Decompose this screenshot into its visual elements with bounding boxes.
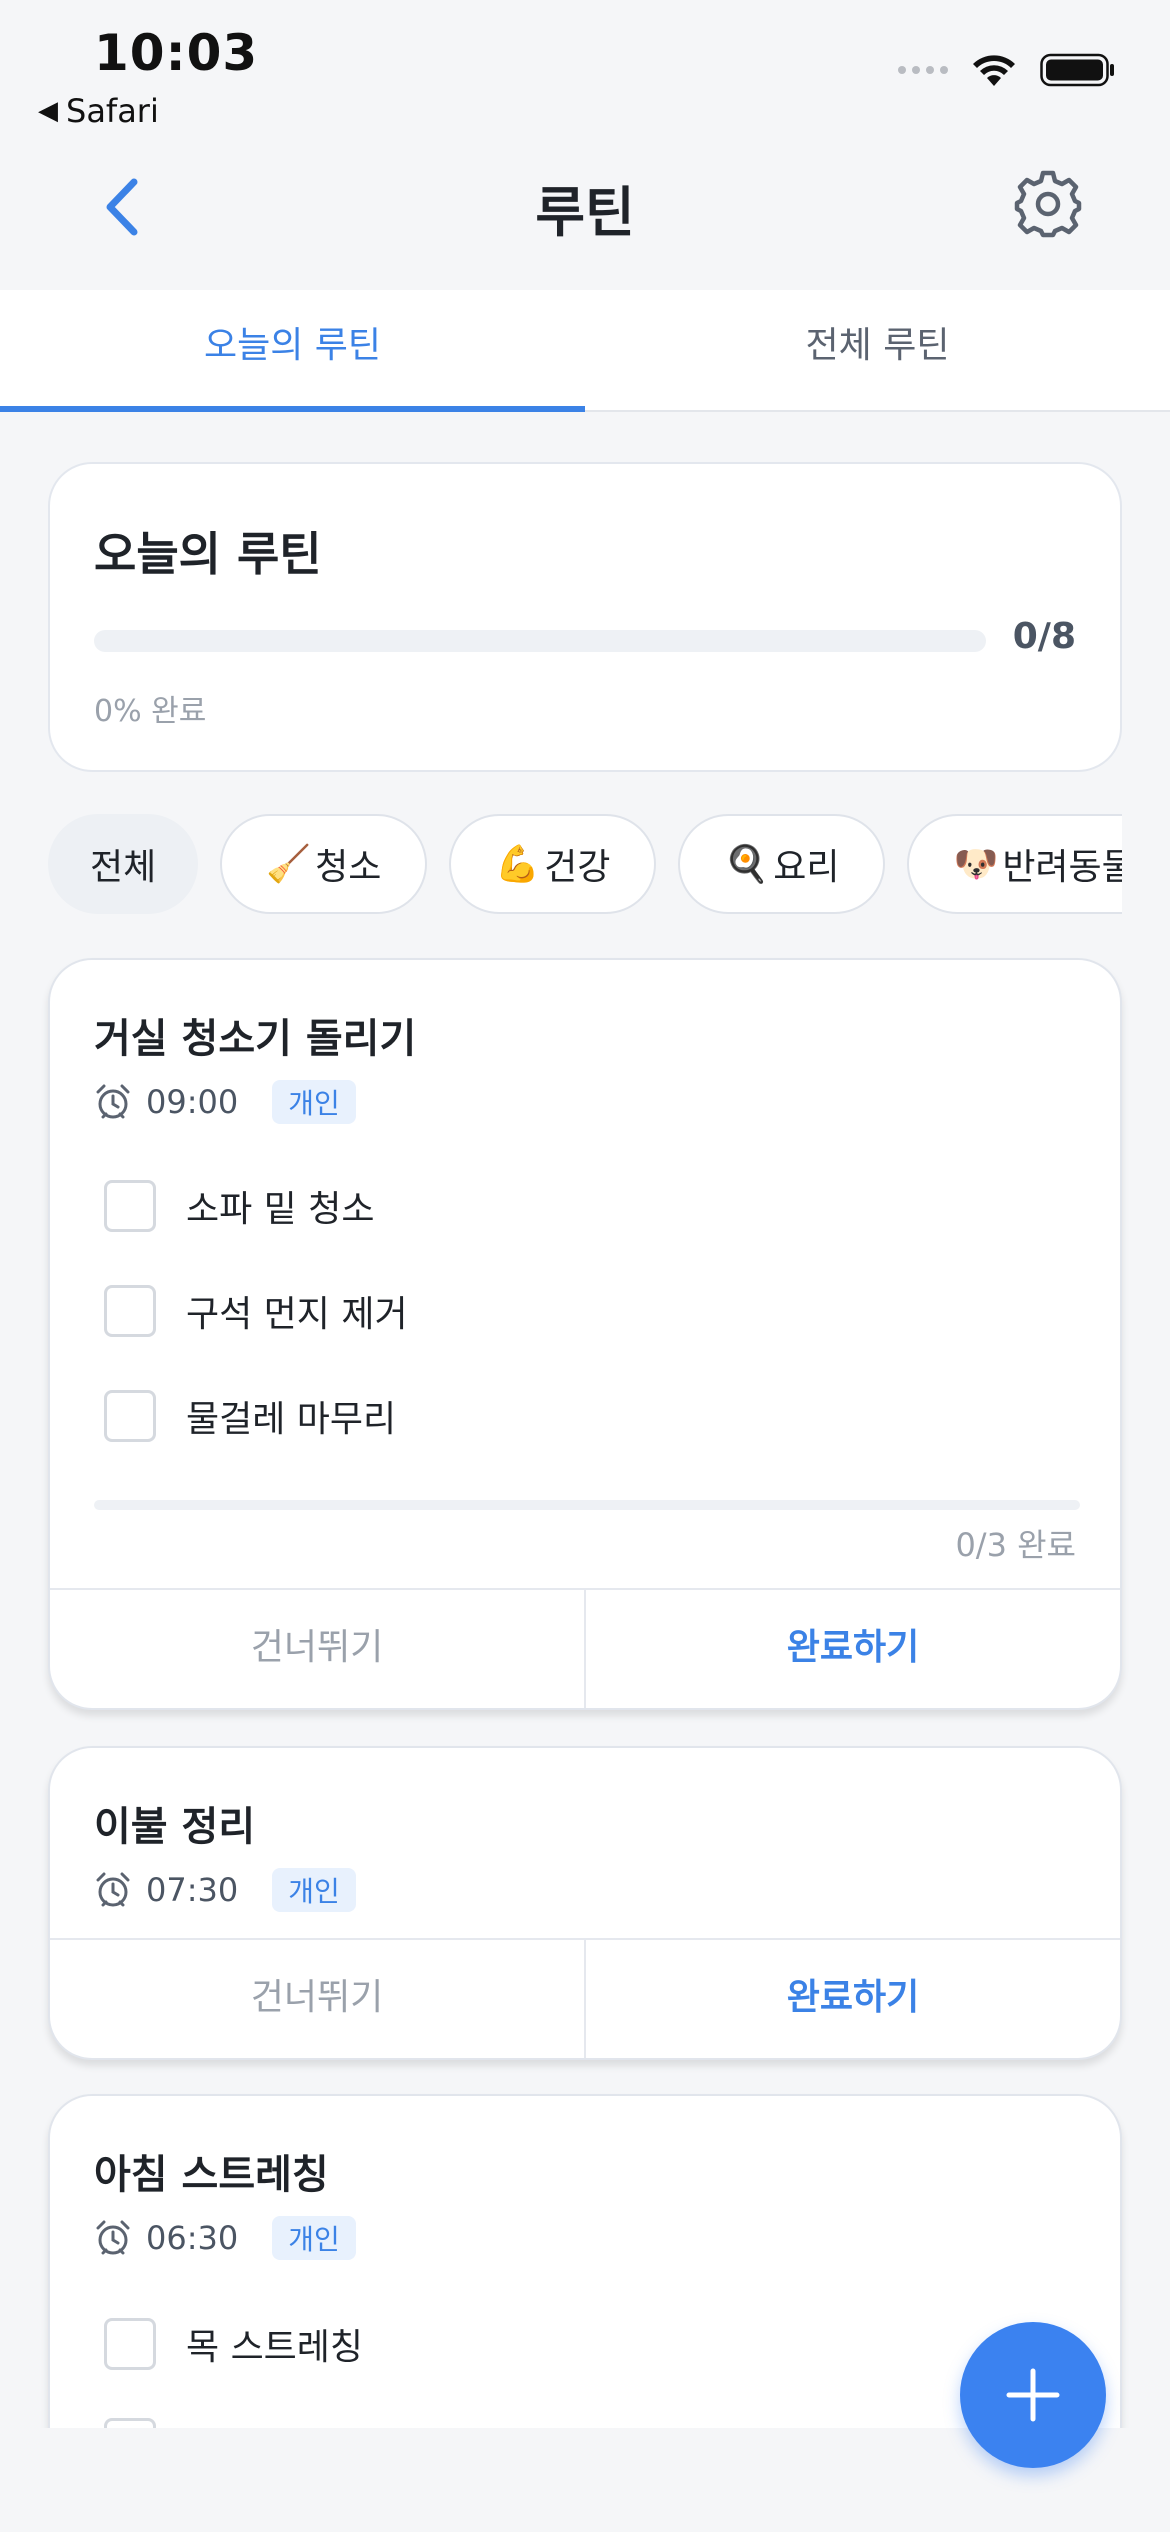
complete-button[interactable]: 완료하기 bbox=[586, 1590, 1120, 1708]
routine-meta: 09:00 개인 bbox=[94, 1080, 356, 1124]
tab-all-routines[interactable]: 전체 루틴 bbox=[585, 290, 1170, 410]
status-icons bbox=[898, 52, 1116, 88]
filter-chip-label: 건강 bbox=[544, 847, 611, 888]
routine-meta: 07:30 개인 bbox=[94, 1868, 356, 1912]
filter-chip-label: 전체 bbox=[90, 847, 157, 888]
skip-button[interactable]: 건너뛰기 bbox=[50, 1940, 586, 2058]
routine-screen: 10:03 ◀ Safari 루틴 오늘의 루틴 전체 루틴 오늘의 루틴 0/… bbox=[0, 0, 1170, 2532]
checkbox[interactable] bbox=[104, 1285, 156, 1337]
checklist-item-label: 목 스트레칭 bbox=[186, 2327, 364, 2368]
routine-meta: 06:30 개인 bbox=[94, 2216, 356, 2260]
flexed-biceps-icon: 💪 bbox=[495, 844, 541, 885]
checklist-item[interactable]: 목 스트레칭 bbox=[104, 2318, 363, 2370]
checklist-item-label: 물걸레 마무리 bbox=[186, 1399, 397, 1440]
status-time: 10:03 bbox=[94, 24, 259, 82]
back-app-label: Safari bbox=[66, 92, 159, 130]
routine-actions: 건너뛰기 완료하기 bbox=[50, 1938, 1120, 2058]
complete-button[interactable]: 완료하기 bbox=[586, 1940, 1120, 2058]
navigation-bar: 루틴 bbox=[0, 140, 1170, 290]
alarm-clock-icon bbox=[96, 1084, 130, 1119]
page-title: 루틴 bbox=[535, 181, 635, 244]
broom-icon: 🧹 bbox=[266, 844, 312, 885]
filter-chip-label: 반려동물 bbox=[1002, 847, 1122, 888]
routine-title: 거실 청소기 돌리기 bbox=[94, 1016, 417, 1062]
checklist-item-label: 소파 밑 청소 bbox=[186, 1189, 375, 1230]
battery-icon bbox=[1040, 53, 1114, 87]
status-bar: 10:03 ◀ Safari bbox=[0, 0, 1170, 140]
checklist-item[interactable]: 소파 밑 청소 bbox=[104, 1180, 375, 1232]
routine-time: 06:30 bbox=[146, 2219, 239, 2257]
summary-progress-count: 0/8 bbox=[1012, 616, 1076, 657]
filter-chip-all[interactable]: 전체 bbox=[48, 814, 199, 914]
routine-tag: 개인 bbox=[272, 2216, 356, 2260]
routine-actions: 건너뛰기 완료하기 bbox=[50, 1588, 1120, 1708]
routine-tag: 개인 bbox=[272, 1868, 356, 1912]
filter-chip-health[interactable]: 💪 건강 bbox=[449, 814, 657, 914]
today-summary-card: 오늘의 루틴 0/8 0% 완료 bbox=[48, 462, 1122, 772]
checklist-item[interactable]: 구석 먼지 제거 bbox=[104, 1285, 408, 1337]
summary-progress-bar bbox=[94, 630, 986, 652]
frying-pan-icon: 🍳 bbox=[724, 844, 770, 885]
routine-title: 아침 스트레칭 bbox=[94, 2152, 329, 2198]
routine-title: 이불 정리 bbox=[94, 1804, 256, 1850]
routine-progress-bar bbox=[94, 1500, 1080, 1510]
alarm-clock-icon bbox=[96, 2220, 130, 2255]
skip-button[interactable]: 건너뛰기 bbox=[50, 1590, 586, 1708]
filter-chip-label: 청소 bbox=[315, 847, 382, 888]
back-to-safari[interactable]: ◀ Safari bbox=[38, 92, 159, 130]
cellular-signal-icon bbox=[898, 66, 948, 74]
routine-time: 07:30 bbox=[146, 1871, 239, 1909]
plus-icon bbox=[1006, 2368, 1060, 2422]
routine-time: 09:00 bbox=[146, 1083, 239, 1121]
add-routine-button[interactable] bbox=[960, 2322, 1106, 2468]
filter-chip-label: 요리 bbox=[773, 847, 840, 888]
checkbox[interactable] bbox=[104, 2318, 156, 2370]
dog-face-icon: 🐶 bbox=[953, 844, 999, 885]
alarm-clock-icon bbox=[96, 1872, 130, 1907]
filter-chip-pets[interactable]: 🐶 반려동물 bbox=[907, 814, 1122, 914]
checkbox[interactable] bbox=[104, 1390, 156, 1442]
gear-icon[interactable] bbox=[1012, 168, 1084, 240]
checkbox[interactable] bbox=[104, 1180, 156, 1232]
checklist-item-label: 구석 먼지 제거 bbox=[186, 1294, 408, 1335]
back-triangle-icon: ◀ bbox=[38, 96, 58, 126]
tab-bar: 오늘의 루틴 전체 루틴 bbox=[0, 290, 1170, 412]
tab-today-routine[interactable]: 오늘의 루틴 bbox=[0, 290, 585, 412]
filter-chip-cooking[interactable]: 🍳 요리 bbox=[678, 814, 886, 914]
filter-chip-cleaning[interactable]: 🧹 청소 bbox=[220, 814, 428, 914]
category-filter-bar: 전체 🧹 청소 💪 건강 🍳 요리 🐶 반려동물 bbox=[48, 814, 1122, 918]
summary-percent-text: 0% 완료 bbox=[94, 694, 207, 729]
routine-tag: 개인 bbox=[272, 1080, 356, 1124]
wifi-icon bbox=[973, 55, 1015, 86]
routine-card: 이불 정리 07:30 개인 건너뛰기 완료하기 bbox=[48, 1746, 1122, 2060]
checklist-item[interactable]: 물걸레 마무리 bbox=[104, 1390, 396, 1442]
summary-title: 오늘의 루틴 bbox=[94, 527, 322, 581]
routine-card: 거실 청소기 돌리기 09:00 개인 소파 밑 청소 구석 먼지 제거 물걸레… bbox=[48, 958, 1122, 1710]
routine-progress-text: 0/3 완료 bbox=[955, 1526, 1076, 1564]
